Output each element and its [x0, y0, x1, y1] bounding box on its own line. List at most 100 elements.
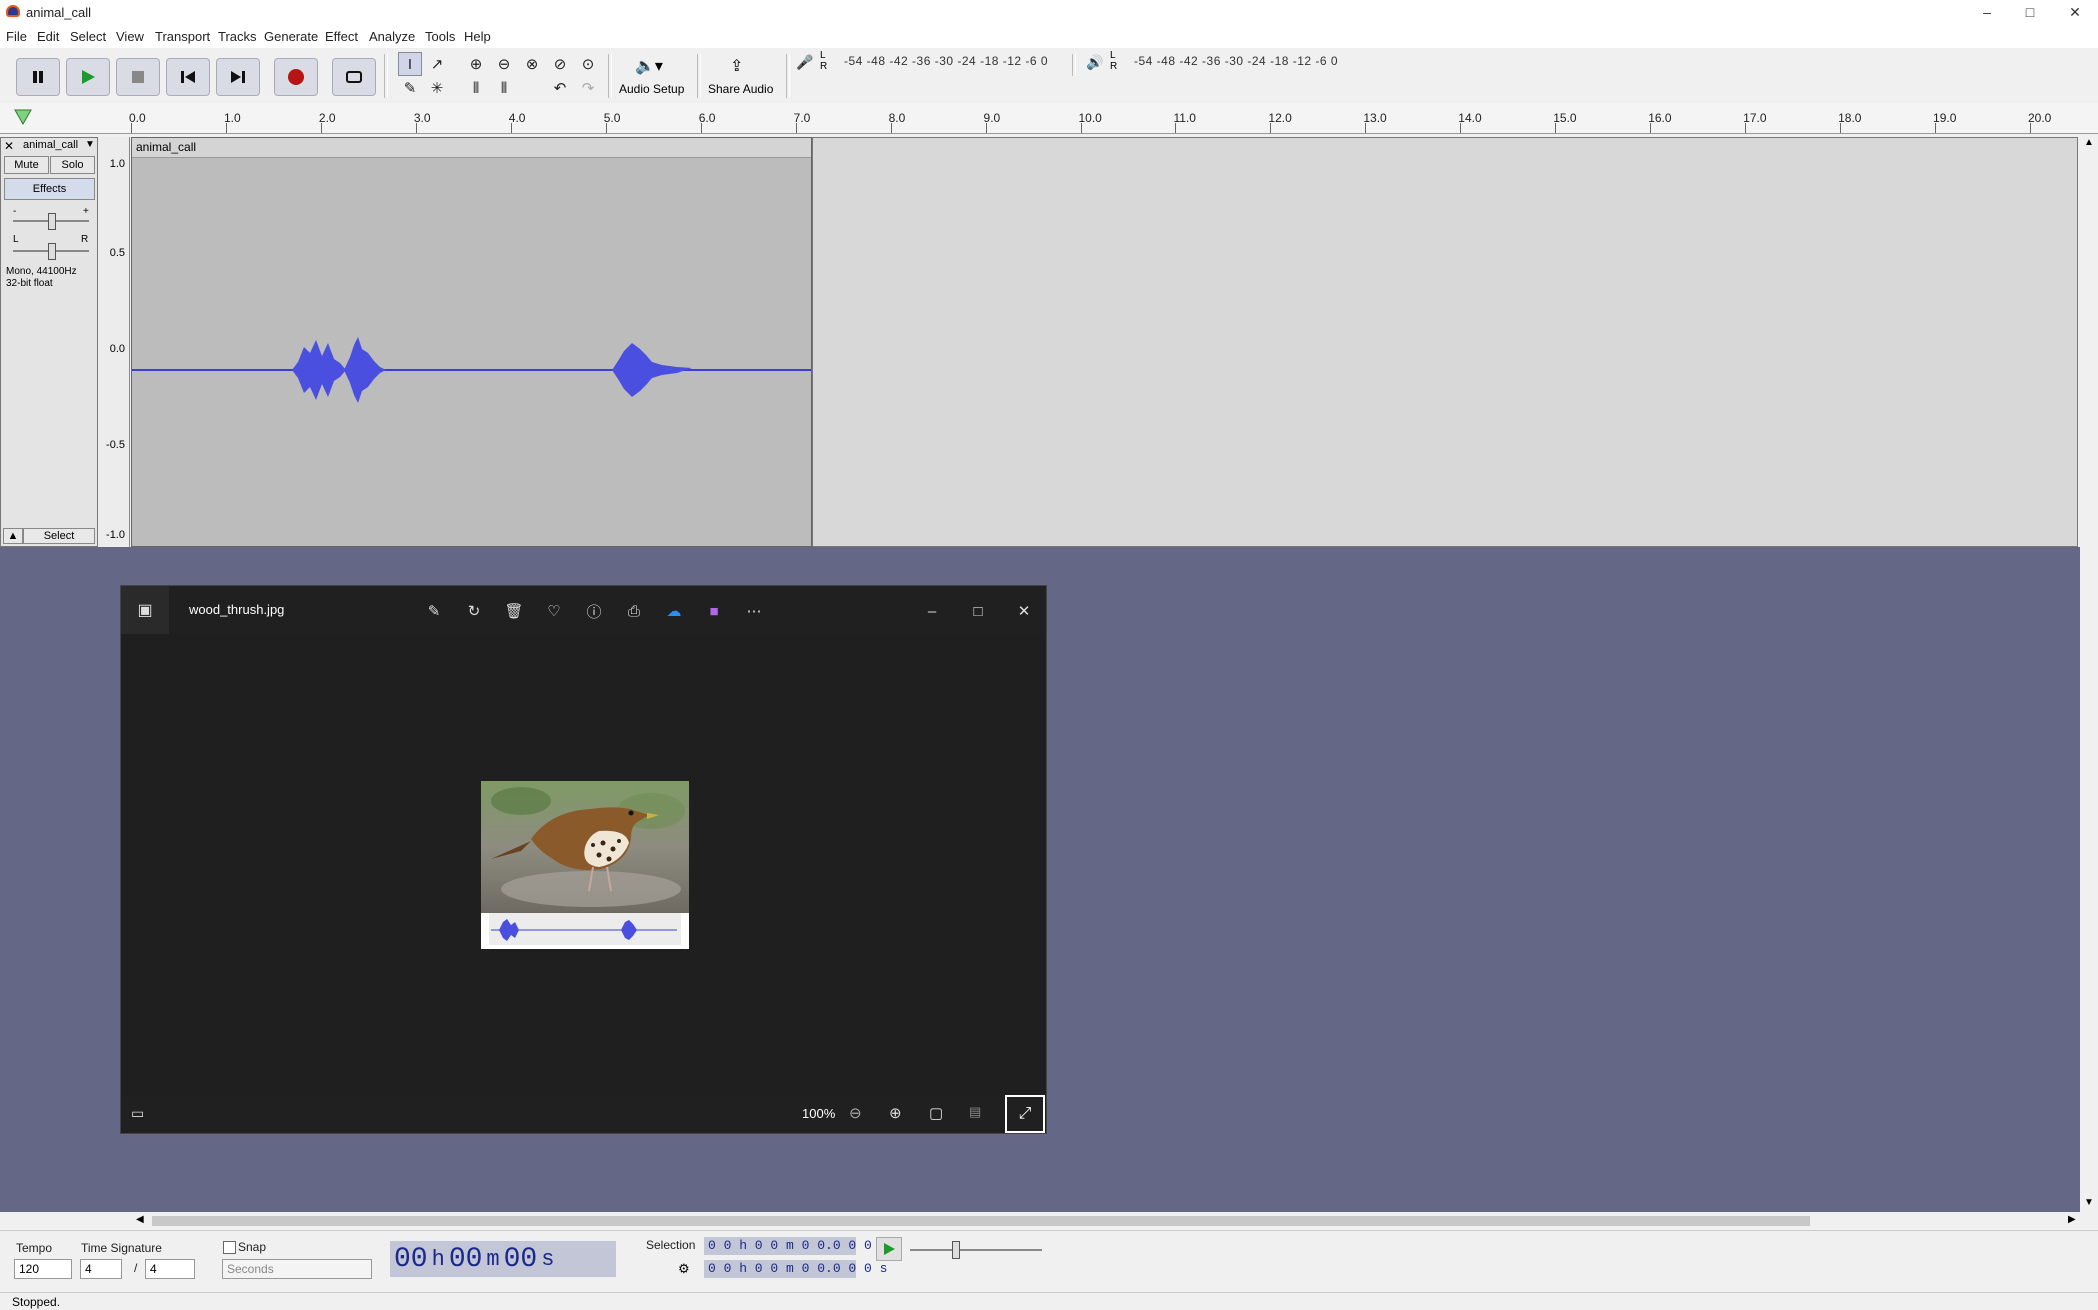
playhead-marker-icon[interactable] [14, 109, 32, 128]
displayed-image[interactable] [481, 781, 689, 949]
scroll-down-icon[interactable]: ▼ [2084, 1197, 2094, 1208]
waveform[interactable] [132, 157, 811, 545]
time-sig-numerator[interactable]: 4 [80, 1259, 122, 1279]
microphone-icon[interactable]: 🎤 [796, 54, 813, 71]
menu-select[interactable]: Select [70, 29, 106, 44]
scroll-thumb[interactable] [152, 1216, 1810, 1226]
tempo-input[interactable]: 120 [14, 1259, 72, 1279]
solo-button[interactable]: Solo [50, 156, 95, 174]
onedrive-cloud-icon[interactable]: ☁ [663, 600, 685, 622]
minimize-button[interactable]: – [1964, 0, 2010, 24]
delete-icon[interactable]: 🗑 [503, 600, 525, 622]
menu-view[interactable]: View [116, 29, 144, 44]
ruler-tick-mark [1365, 123, 1367, 133]
playback-speed-slider[interactable] [910, 1249, 1042, 1251]
rec-meter-r-label: R [820, 61, 828, 72]
zoom-in-icon[interactable]: ⊕ [464, 52, 488, 76]
collapse-track-icon[interactable]: ▲ [3, 528, 23, 544]
horizontal-scrollbar[interactable]: ◀ ▶ [130, 1212, 2080, 1230]
skip-to-end-button[interactable] [216, 58, 260, 96]
select-track-button[interactable]: Select [23, 528, 95, 544]
photo-viewer-window[interactable]: ▣ wood_thrush.jpg ✎ ↻ 🗑 ♡ ⓘ ⎙ ☁ ■ ⋯ – □ … [120, 585, 1047, 1134]
fit-project-icon[interactable]: ⊘ [548, 52, 572, 76]
gain-slider-thumb[interactable] [48, 213, 56, 230]
audio-setup-button[interactable]: 🔈▾ Audio Setup [615, 54, 695, 100]
timeline-ruler[interactable]: 0.0 1.0 2.0 3.0 4.0 5.0 6.0 7.0 8.0 9.0 10.0 11.0 12… [0, 103, 2098, 134]
actual-size-icon[interactable]: ▤ [969, 1104, 981, 1120]
ruler-tick-label: 15.0 [1553, 111, 1577, 125]
selection-start-time[interactable]: 0 0 h 0 0 m 0 0.0 0 0 s [704, 1237, 887, 1255]
mute-button[interactable]: Mute [4, 156, 49, 174]
envelope-tool-icon[interactable]: ↗ [425, 52, 449, 76]
selection-tool-icon[interactable]: I [398, 52, 422, 76]
print-icon[interactable]: ⎙ [623, 600, 645, 622]
viewer-close-icon[interactable]: ✕ [1013, 600, 1035, 622]
close-button[interactable]: ✕ [2052, 0, 2098, 24]
zoom-toggle-icon[interactable]: ⊙ [576, 52, 600, 76]
zoom-out-icon[interactable]: ⊖ [492, 52, 516, 76]
menu-analyze[interactable]: Analyze [369, 29, 415, 44]
share-audio-button[interactable]: ⇪ Share Audio [702, 54, 782, 100]
scroll-right-icon[interactable]: ▶ [2068, 1214, 2076, 1225]
snap-checkbox[interactable] [223, 1241, 236, 1254]
clipchamp-icon[interactable]: ■ [703, 600, 725, 622]
filmstrip-icon[interactable]: ▭ [131, 1105, 144, 1122]
menu-tracks[interactable]: Tracks [218, 29, 257, 44]
menu-tools[interactable]: Tools [425, 29, 455, 44]
menu-edit[interactable]: Edit [37, 29, 59, 44]
selection-settings-gear-icon[interactable]: ⚙ [678, 1261, 690, 1277]
track-name[interactable]: animal_call [23, 139, 78, 151]
viewer-maximize-icon[interactable]: □ [967, 600, 989, 622]
redo-icon[interactable]: ↷ [576, 76, 600, 100]
scroll-left-icon[interactable]: ◀ [136, 1214, 144, 1225]
track-menu-chevron-icon[interactable]: ▼ [85, 139, 95, 150]
favorite-heart-icon[interactable]: ♡ [543, 600, 565, 622]
clip-header[interactable]: animal_call [132, 138, 811, 158]
viewer-zoom-out-icon[interactable]: ⊖ [849, 1104, 862, 1122]
snap-unit-select[interactable]: Seconds [222, 1259, 372, 1279]
fit-selection-icon[interactable]: ⊗ [520, 52, 544, 76]
maximize-button[interactable]: □ [2008, 0, 2052, 24]
trim-audio-icon[interactable]: ⦀ [464, 76, 488, 100]
selection-end-time[interactable]: 0 0 h 0 0 m 0 0.0 0 0 s [704, 1260, 887, 1278]
effects-button[interactable]: Effects [4, 178, 95, 200]
playback-meter[interactable]: -54 -48 -42 -36 -30 -24 -18 -12 -6 0 [1134, 54, 1338, 68]
vertical-scrollbar[interactable]: ▲ ▼ [2080, 137, 2098, 1212]
menu-transport[interactable]: Transport [155, 29, 210, 44]
edit-image-icon[interactable]: ✎ [423, 600, 445, 622]
menu-generate[interactable]: Generate [264, 29, 318, 44]
pan-slider-thumb[interactable] [48, 243, 56, 260]
menu-file[interactable]: File [6, 29, 27, 44]
speaker-meter-icon[interactable]: 🔊 [1086, 54, 1103, 71]
time-sig-denominator[interactable]: 4 [145, 1259, 195, 1279]
audio-clip[interactable]: animal_call [131, 137, 812, 547]
menu-help[interactable]: Help [464, 29, 491, 44]
record-button[interactable] [274, 58, 318, 96]
loop-button[interactable] [332, 58, 376, 96]
playback-speed-thumb[interactable] [952, 1241, 960, 1259]
info-icon[interactable]: ⓘ [583, 600, 605, 622]
scroll-up-icon[interactable]: ▲ [2084, 137, 2094, 148]
silence-audio-icon[interactable]: ⫴ [492, 76, 516, 100]
draw-tool-icon[interactable]: ✎ [398, 76, 422, 100]
multi-tool-icon[interactable]: ✳ [425, 76, 449, 100]
track-close-icon[interactable]: ✕ [4, 139, 14, 153]
time-display[interactable]: 00 h 00 m 00 s [390, 1241, 616, 1277]
menu-effect[interactable]: Effect [325, 29, 358, 44]
skip-to-start-button[interactable] [166, 58, 210, 96]
play-button[interactable] [66, 58, 110, 96]
play-at-speed-button[interactable] [876, 1237, 902, 1261]
rotate-icon[interactable]: ↻ [463, 600, 485, 622]
more-options-icon[interactable]: ⋯ [743, 600, 765, 622]
empty-track-area[interactable] [812, 137, 2078, 547]
viewer-zoom-in-icon[interactable]: ⊕ [889, 1104, 902, 1122]
amplitude-scale[interactable]: 1.0 0.5 0.0 -0.5 -1.0 [98, 137, 130, 547]
undo-icon[interactable]: ↶ [548, 76, 572, 100]
viewer-minimize-icon[interactable]: – [921, 600, 943, 622]
pause-button[interactable] [16, 58, 60, 96]
fullscreen-icon[interactable]: ⤢ [1005, 1095, 1045, 1133]
stop-button[interactable] [116, 58, 160, 96]
recording-meter[interactable]: -54 -48 -42 -36 -30 -24 -18 -12 -6 0 [844, 54, 1048, 68]
photos-app-icon[interactable]: ▣ [121, 586, 169, 634]
fit-to-window-icon[interactable]: ▢ [929, 1104, 943, 1122]
